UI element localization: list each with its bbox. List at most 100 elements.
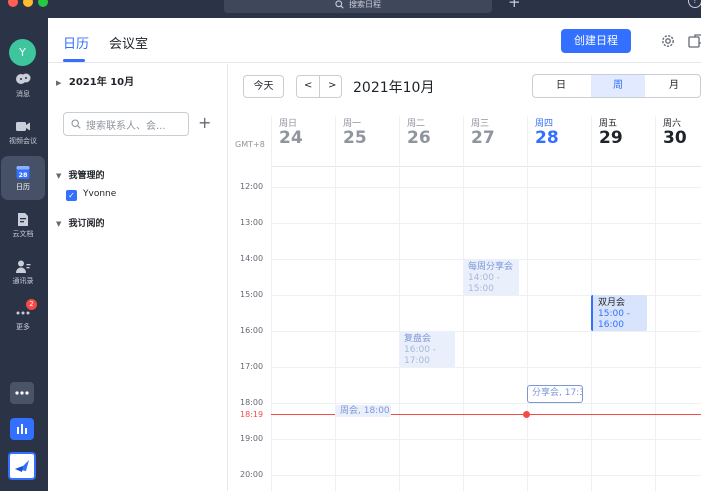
hour-label: 13:00 xyxy=(240,218,264,227)
contacts-icon xyxy=(16,260,31,273)
global-search-text: 搜索日程 xyxy=(349,0,381,9)
subscribed-calendars-header[interactable]: ▼ 我订阅的 xyxy=(56,216,105,229)
day-header-tue[interactable]: 周二 26 xyxy=(399,116,463,162)
tab-calendar[interactable]: 日历 xyxy=(63,33,89,52)
tab-meeting-room[interactable]: 会议室 xyxy=(109,33,148,52)
document-icon xyxy=(18,213,28,226)
plus-icon[interactable]: + xyxy=(508,0,521,11)
search-icon xyxy=(335,0,344,9)
timezone-label: GMT+8 xyxy=(235,140,265,149)
calendar-icon: 28 xyxy=(16,166,30,179)
contact-search-input[interactable]: 搜索联系人、会... xyxy=(63,112,189,136)
day-date: 30 xyxy=(663,128,687,148)
grid-hour-line xyxy=(271,367,701,368)
create-event-button[interactable]: 创建日程 xyxy=(561,29,631,53)
avatar[interactable]: Y xyxy=(9,39,36,66)
rail-label: 视频会议 xyxy=(9,137,37,145)
app-logo-icon xyxy=(15,460,29,472)
rail-item-docs[interactable]: 云文档 xyxy=(1,203,45,247)
view-month-button[interactable]: 月 xyxy=(646,75,701,97)
help-icon[interactable]: ? xyxy=(688,0,701,8)
minimize-window-icon[interactable] xyxy=(23,0,33,7)
day-header-sun[interactable]: 周日 24 xyxy=(271,116,335,162)
day-header-mon[interactable]: 周一 25 xyxy=(335,116,399,162)
hour-label: 12:00 xyxy=(240,182,264,191)
event-share-session[interactable]: 分享会, 17:3 xyxy=(527,385,583,403)
event-title: 复盘会 xyxy=(404,334,432,344)
app-launcher-button[interactable] xyxy=(10,382,34,404)
current-time-dot xyxy=(523,411,530,418)
add-calendar-icon[interactable]: + xyxy=(198,113,211,132)
managed-calendars-header[interactable]: ▼ 我管理的 xyxy=(56,168,105,181)
rail-label: 消息 xyxy=(16,90,30,98)
hour-label: 18:00 xyxy=(240,398,264,407)
app-rail: Y 消息 视频会议 28 日历 云文档 通讯录 更多 2 xyxy=(0,18,48,491)
mini-calendar-toggle[interactable]: ▶ 2021年 10月 xyxy=(56,73,134,88)
view-switcher: 日 周 月 xyxy=(532,74,701,98)
day-header-thu[interactable]: 周四 28 xyxy=(527,116,591,162)
rail-label: 通讯录 xyxy=(12,277,34,285)
video-camera-icon xyxy=(16,122,30,131)
rail-item-contacts[interactable]: 通讯录 xyxy=(1,250,45,294)
grid-hour-line xyxy=(271,187,701,188)
event-title: 双月会 xyxy=(598,298,626,308)
day-header-wed[interactable]: 周三 27 xyxy=(463,116,527,162)
calendar-icon-day: 28 xyxy=(18,171,28,179)
close-window-icon[interactable] xyxy=(8,0,18,7)
active-tab-indicator xyxy=(63,59,85,62)
view-day-button[interactable]: 日 xyxy=(533,75,589,97)
day-header-fri[interactable]: 周五 29 xyxy=(591,116,655,162)
event-weekly-share[interactable]: 每周分享会 14:00 - 15:00 xyxy=(463,259,519,295)
date-navigation: < > xyxy=(296,75,342,98)
calendar-checkbox[interactable]: ✓ xyxy=(66,190,77,201)
rail-item-messages[interactable]: 消息 xyxy=(1,63,45,107)
grid-hour-line xyxy=(271,223,701,224)
event-time-end: 16:00 xyxy=(598,320,624,330)
nav-divider xyxy=(319,76,320,97)
analytics-app-button[interactable] xyxy=(10,418,34,440)
calendar-sidebar: ▶ 2021年 10月 搜索联系人、会... + ▼ 我管理的 ✓ Yvonne… xyxy=(48,64,228,491)
caret-down-icon: ▼ xyxy=(56,172,62,180)
day-date: 25 xyxy=(343,128,367,148)
event-bimonthly[interactable]: 双月会 15:00 - 16:00 xyxy=(591,295,647,331)
bar-chart-icon xyxy=(17,424,27,434)
share-window-icon[interactable] xyxy=(688,33,701,49)
grid-hour-line xyxy=(271,403,701,404)
event-time: 14:00 - xyxy=(468,273,501,283)
mini-calendar-month: 2021年 10月 xyxy=(68,77,135,88)
today-button[interactable]: 今天 xyxy=(243,75,284,98)
rail-item-calendar[interactable]: 28 日历 xyxy=(1,156,45,200)
grid-hour-line xyxy=(271,331,701,332)
app-header: 日历 会议室 创建日程 xyxy=(48,18,701,63)
hour-label: 20:00 xyxy=(240,470,264,479)
rail-label: 日历 xyxy=(16,183,30,191)
zoom-window-icon[interactable] xyxy=(38,0,48,7)
event-title: 周会, 18:00 - xyxy=(340,406,391,416)
week-view: 今天 < > 2021年10月 日 周 月 GMT+8 周日 24 周一 25 周二… xyxy=(229,64,701,491)
subscribed-calendars-title: 我订阅的 xyxy=(68,219,105,229)
day-header-sat[interactable]: 周六 30 xyxy=(655,116,701,162)
event-weekly-meeting[interactable]: 周会, 18:00 - xyxy=(335,405,391,417)
managed-calendars-title: 我管理的 xyxy=(68,171,105,181)
rail-item-video-meeting[interactable]: 视频会议 xyxy=(1,110,45,154)
day-date: 26 xyxy=(407,128,431,148)
settings-icon[interactable] xyxy=(660,33,676,49)
previous-week-button[interactable]: < xyxy=(304,80,312,91)
event-time-end: 15:00 xyxy=(468,284,494,294)
day-date: 28 xyxy=(535,128,559,148)
caret-right-icon: ▶ xyxy=(56,79,62,87)
grid-column-line xyxy=(655,116,656,491)
rail-item-more[interactable]: 更多 2 xyxy=(1,296,45,340)
hour-label: 17:00 xyxy=(240,362,264,371)
grid-column-line xyxy=(271,116,272,491)
event-review[interactable]: 复盘会 16:00 - 17:00 xyxy=(399,331,455,367)
next-week-button[interactable]: > xyxy=(328,80,336,91)
event-time: 16:00 - xyxy=(404,345,437,355)
global-search[interactable]: 搜索日程 xyxy=(224,0,492,13)
event-time-end: 17:00 xyxy=(404,356,430,366)
hour-label: 19:00 xyxy=(240,434,264,443)
day-date: 27 xyxy=(471,128,495,148)
grid-column-line xyxy=(527,116,528,491)
app-logo-button[interactable] xyxy=(8,452,36,480)
view-week-button[interactable]: 周 xyxy=(591,75,645,97)
